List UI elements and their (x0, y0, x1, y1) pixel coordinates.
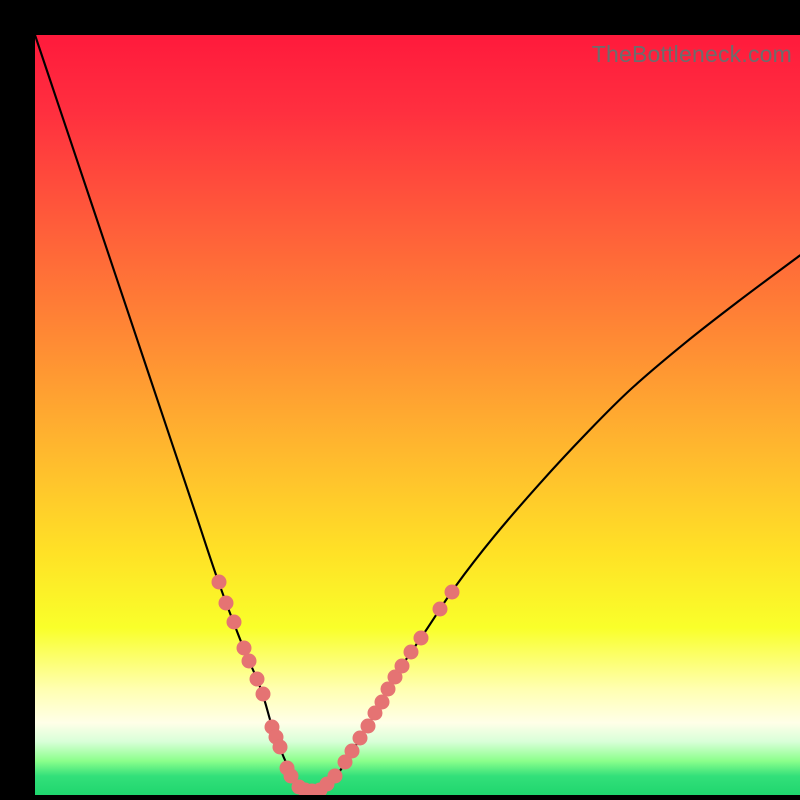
data-point (226, 615, 241, 630)
data-point (211, 575, 226, 590)
data-point (444, 585, 459, 600)
data-point (219, 595, 234, 610)
data-point (272, 740, 287, 755)
data-point (414, 630, 429, 645)
data-point (242, 654, 257, 669)
data-point (255, 686, 270, 701)
bottleneck-curve (35, 35, 800, 795)
chart-frame: TheBottleneck.com (0, 0, 800, 800)
data-point (395, 658, 410, 673)
plot-area: TheBottleneck.com (35, 35, 800, 795)
data-point (249, 672, 264, 687)
data-point (360, 718, 375, 733)
data-point (433, 601, 448, 616)
data-point (345, 743, 360, 758)
data-point (374, 695, 389, 710)
data-point (404, 645, 419, 660)
watermark-text: TheBottleneck.com (592, 41, 792, 68)
data-point (327, 769, 342, 784)
